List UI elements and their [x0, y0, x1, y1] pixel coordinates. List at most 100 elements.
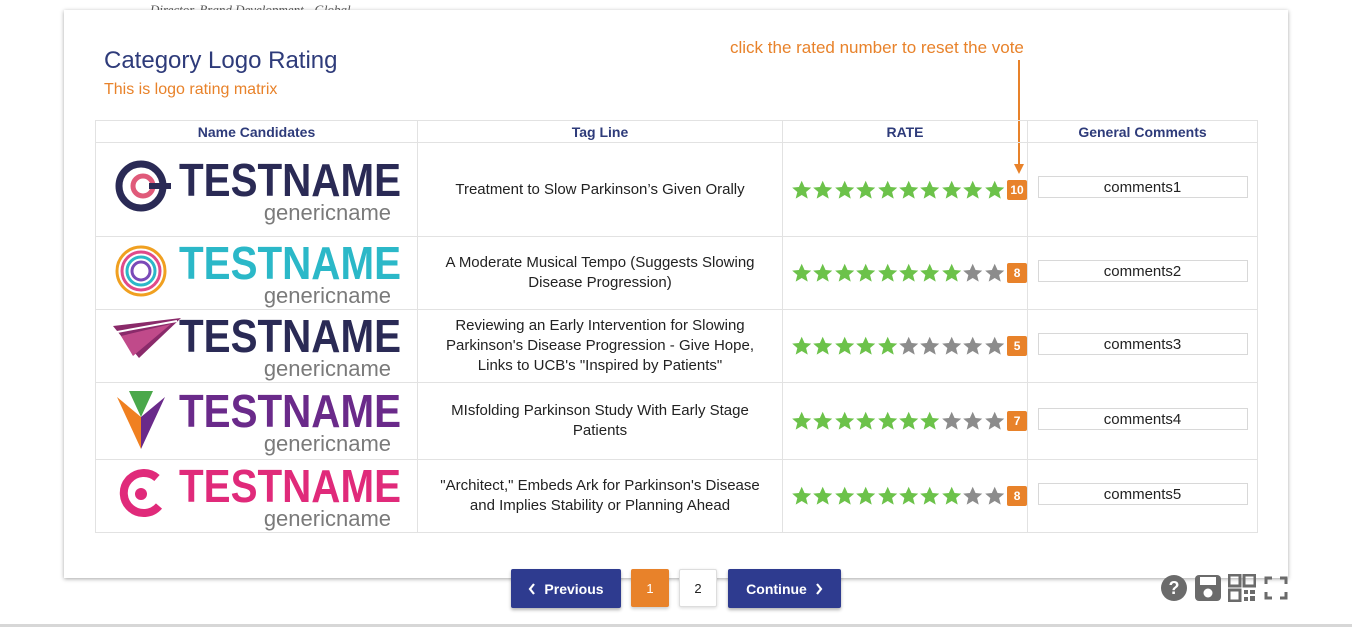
previous-label: Previous [544, 580, 604, 597]
star-icon[interactable] [919, 335, 940, 357]
star-icon[interactable] [855, 485, 876, 507]
star-icon[interactable] [898, 179, 919, 201]
star-icon[interactable] [812, 410, 833, 432]
star-icon[interactable] [984, 410, 1005, 432]
continue-button[interactable]: Continue [728, 569, 841, 608]
tagline-text: A Moderate Musical Tempo (Suggests Slowi… [445, 254, 755, 291]
col-header-general-comments: General Comments [1027, 120, 1258, 143]
star-icon[interactable] [791, 179, 812, 201]
star-icon[interactable] [962, 179, 983, 201]
save-icon[interactable] [1194, 574, 1222, 602]
rating-reset-badge[interactable]: 5 [1007, 336, 1028, 356]
star-icon[interactable] [791, 485, 812, 507]
comment-field[interactable]: comments4 [1037, 407, 1248, 430]
logo-brand-text: TESTNAME [179, 460, 401, 512]
star-icon[interactable] [984, 335, 1005, 357]
tagline-text: MIsfolding Parkinson Study With Early St… [451, 402, 749, 439]
pagination: Previous 1 2 Continue [0, 569, 1352, 609]
qr-code-icon[interactable] [1228, 574, 1256, 602]
logo-image: TESTNAME genericname [107, 310, 407, 382]
svg-text:?: ? [1169, 578, 1180, 598]
star-icon[interactable] [855, 335, 876, 357]
star-icon[interactable] [834, 410, 855, 432]
page-2-button[interactable]: 2 [679, 569, 717, 607]
star-icon[interactable] [834, 485, 855, 507]
star-icon[interactable] [984, 262, 1005, 284]
star-icon[interactable] [941, 179, 962, 201]
star-icon[interactable] [855, 179, 876, 201]
star-icon[interactable] [812, 335, 833, 357]
rating-reset-badge[interactable]: 7 [1007, 411, 1028, 431]
star-icon[interactable] [877, 485, 898, 507]
star-icon[interactable] [984, 485, 1005, 507]
logo-cell: TESTNAME genericname [95, 382, 418, 460]
table-row: TESTNAME genericname A Moderate Musical Te… [95, 236, 1258, 310]
rating-reset-badge[interactable]: 8 [1007, 486, 1028, 506]
rate-cell: 7 [782, 382, 1028, 460]
star-icon[interactable] [962, 335, 983, 357]
star-icon[interactable] [898, 262, 919, 284]
star-icon[interactable] [791, 335, 812, 357]
tagline-cell: "Architect," Embeds Ark for Parkinson's … [417, 459, 783, 533]
star-icon[interactable] [919, 485, 940, 507]
star-icon[interactable] [919, 262, 940, 284]
star-icon[interactable] [941, 485, 962, 507]
logo-generic-text: genericname [263, 283, 390, 308]
chevron-left-icon [529, 582, 536, 595]
star-icon[interactable] [834, 179, 855, 201]
star-icon[interactable] [877, 335, 898, 357]
rate-cell: 8 [782, 459, 1028, 533]
comment-field[interactable]: comments5 [1037, 482, 1248, 505]
star-icon[interactable] [877, 410, 898, 432]
star-icon[interactable] [812, 179, 833, 201]
page-1-button[interactable]: 1 [631, 569, 669, 607]
tagline-text: Reviewing an Early Intervention for Slow… [446, 317, 754, 374]
table-row: TESTNAME genericname "Architect," Embeds A… [95, 459, 1258, 533]
logo-image: TESTNAME genericname [107, 460, 407, 532]
star-icon[interactable] [877, 262, 898, 284]
logo-generic-text: genericname [263, 356, 390, 381]
star-icon[interactable] [919, 179, 940, 201]
star-icon[interactable] [812, 262, 833, 284]
logo-hook-mark: TESTNAMEgenericname [119, 460, 401, 531]
comment-field[interactable]: comments3 [1037, 332, 1248, 355]
star-icon[interactable] [898, 410, 919, 432]
star-icon[interactable] [962, 485, 983, 507]
logo-kite-mark: TESTNAMEgenericname [116, 385, 401, 456]
star-icon[interactable] [898, 335, 919, 357]
star-rating: 5 [783, 335, 1028, 357]
rating-reset-badge[interactable]: 10 [1007, 179, 1028, 200]
star-icon[interactable] [877, 179, 898, 201]
star-icon[interactable] [941, 410, 962, 432]
logo-brand-text: TESTNAME [179, 154, 401, 206]
star-icon[interactable] [962, 410, 983, 432]
star-icon[interactable] [834, 335, 855, 357]
star-icon[interactable] [855, 262, 876, 284]
previous-button[interactable]: Previous [511, 569, 621, 608]
star-icon[interactable] [941, 262, 962, 284]
star-icon[interactable] [984, 179, 1005, 201]
star-icon[interactable] [898, 485, 919, 507]
star-icon[interactable] [791, 410, 812, 432]
comment-cell: comments1 [1027, 142, 1258, 237]
help-icon[interactable]: ? [1160, 574, 1188, 602]
star-icon[interactable] [919, 410, 940, 432]
star-icon[interactable] [791, 262, 812, 284]
logo-image: TESTNAME genericname [107, 154, 407, 226]
comment-field[interactable]: comments2 [1037, 259, 1248, 282]
comment-field[interactable]: comments1 [1037, 176, 1248, 198]
fullscreen-icon[interactable] [1262, 574, 1290, 602]
star-icon[interactable] [834, 262, 855, 284]
star-icon[interactable] [812, 485, 833, 507]
star-icon[interactable] [962, 262, 983, 284]
table-row: TESTNAME genericname Reviewing an Early In… [95, 309, 1258, 383]
rating-reset-badge[interactable]: 8 [1007, 263, 1028, 283]
rate-cell: 8 [782, 236, 1028, 310]
comment-cell: comments2 [1027, 236, 1258, 310]
logo-brand-text: TESTNAME [179, 237, 401, 289]
star-icon[interactable] [941, 335, 962, 357]
star-icon[interactable] [855, 410, 876, 432]
logo-cell: TESTNAME genericname [95, 236, 418, 310]
logo-swirl-mark: TESTNAMEgenericname [115, 237, 401, 308]
page-subtitle: This is logo rating matrix [104, 81, 278, 98]
